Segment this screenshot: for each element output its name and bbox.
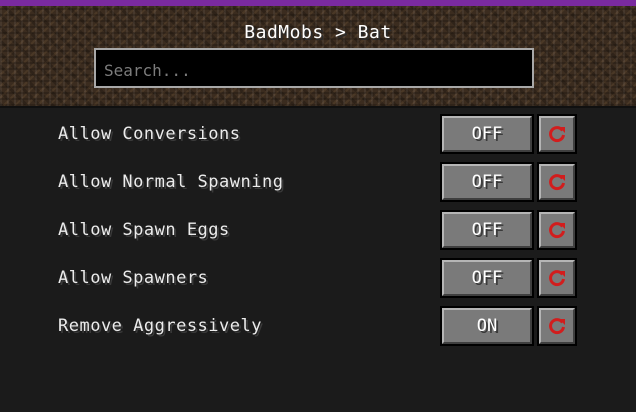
header-panel: BadMobs > Bat <box>0 6 636 108</box>
setting-row-allow-conversions: Allow Conversions OFF <box>0 114 636 154</box>
toggle-button[interactable]: ON <box>440 306 534 346</box>
toggle-button[interactable]: OFF <box>440 162 534 202</box>
search-input[interactable] <box>102 56 526 84</box>
setting-row-allow-spawners: Allow Spawners OFF <box>0 258 636 298</box>
reset-button[interactable] <box>537 162 577 202</box>
reset-icon <box>549 126 565 143</box>
page-title: BadMobs > Bat <box>244 22 392 43</box>
reset-button[interactable] <box>537 306 577 346</box>
setting-row-remove-aggressively: Remove Aggressively ON <box>0 306 636 346</box>
setting-label: Remove Aggressively <box>58 316 262 336</box>
reset-icon <box>549 222 565 239</box>
toggle-button[interactable]: OFF <box>440 210 534 250</box>
setting-label: Allow Normal Spawning <box>58 172 284 192</box>
toggle-button[interactable]: OFF <box>440 114 534 154</box>
reset-icon <box>549 270 565 287</box>
reset-button[interactable] <box>537 210 577 250</box>
setting-label: Allow Spawners <box>58 268 209 288</box>
setting-label: Allow Spawn Eggs <box>58 220 230 240</box>
reset-icon <box>549 174 565 191</box>
reset-button[interactable] <box>537 114 577 154</box>
search-box[interactable] <box>94 48 534 88</box>
toggle-button[interactable]: OFF <box>440 258 534 298</box>
setting-label: Allow Conversions <box>58 124 241 144</box>
reset-button[interactable] <box>537 258 577 298</box>
setting-row-allow-spawn-eggs: Allow Spawn Eggs OFF <box>0 210 636 250</box>
setting-row-allow-normal-spawning: Allow Normal Spawning OFF <box>0 162 636 202</box>
reset-icon <box>549 318 565 335</box>
